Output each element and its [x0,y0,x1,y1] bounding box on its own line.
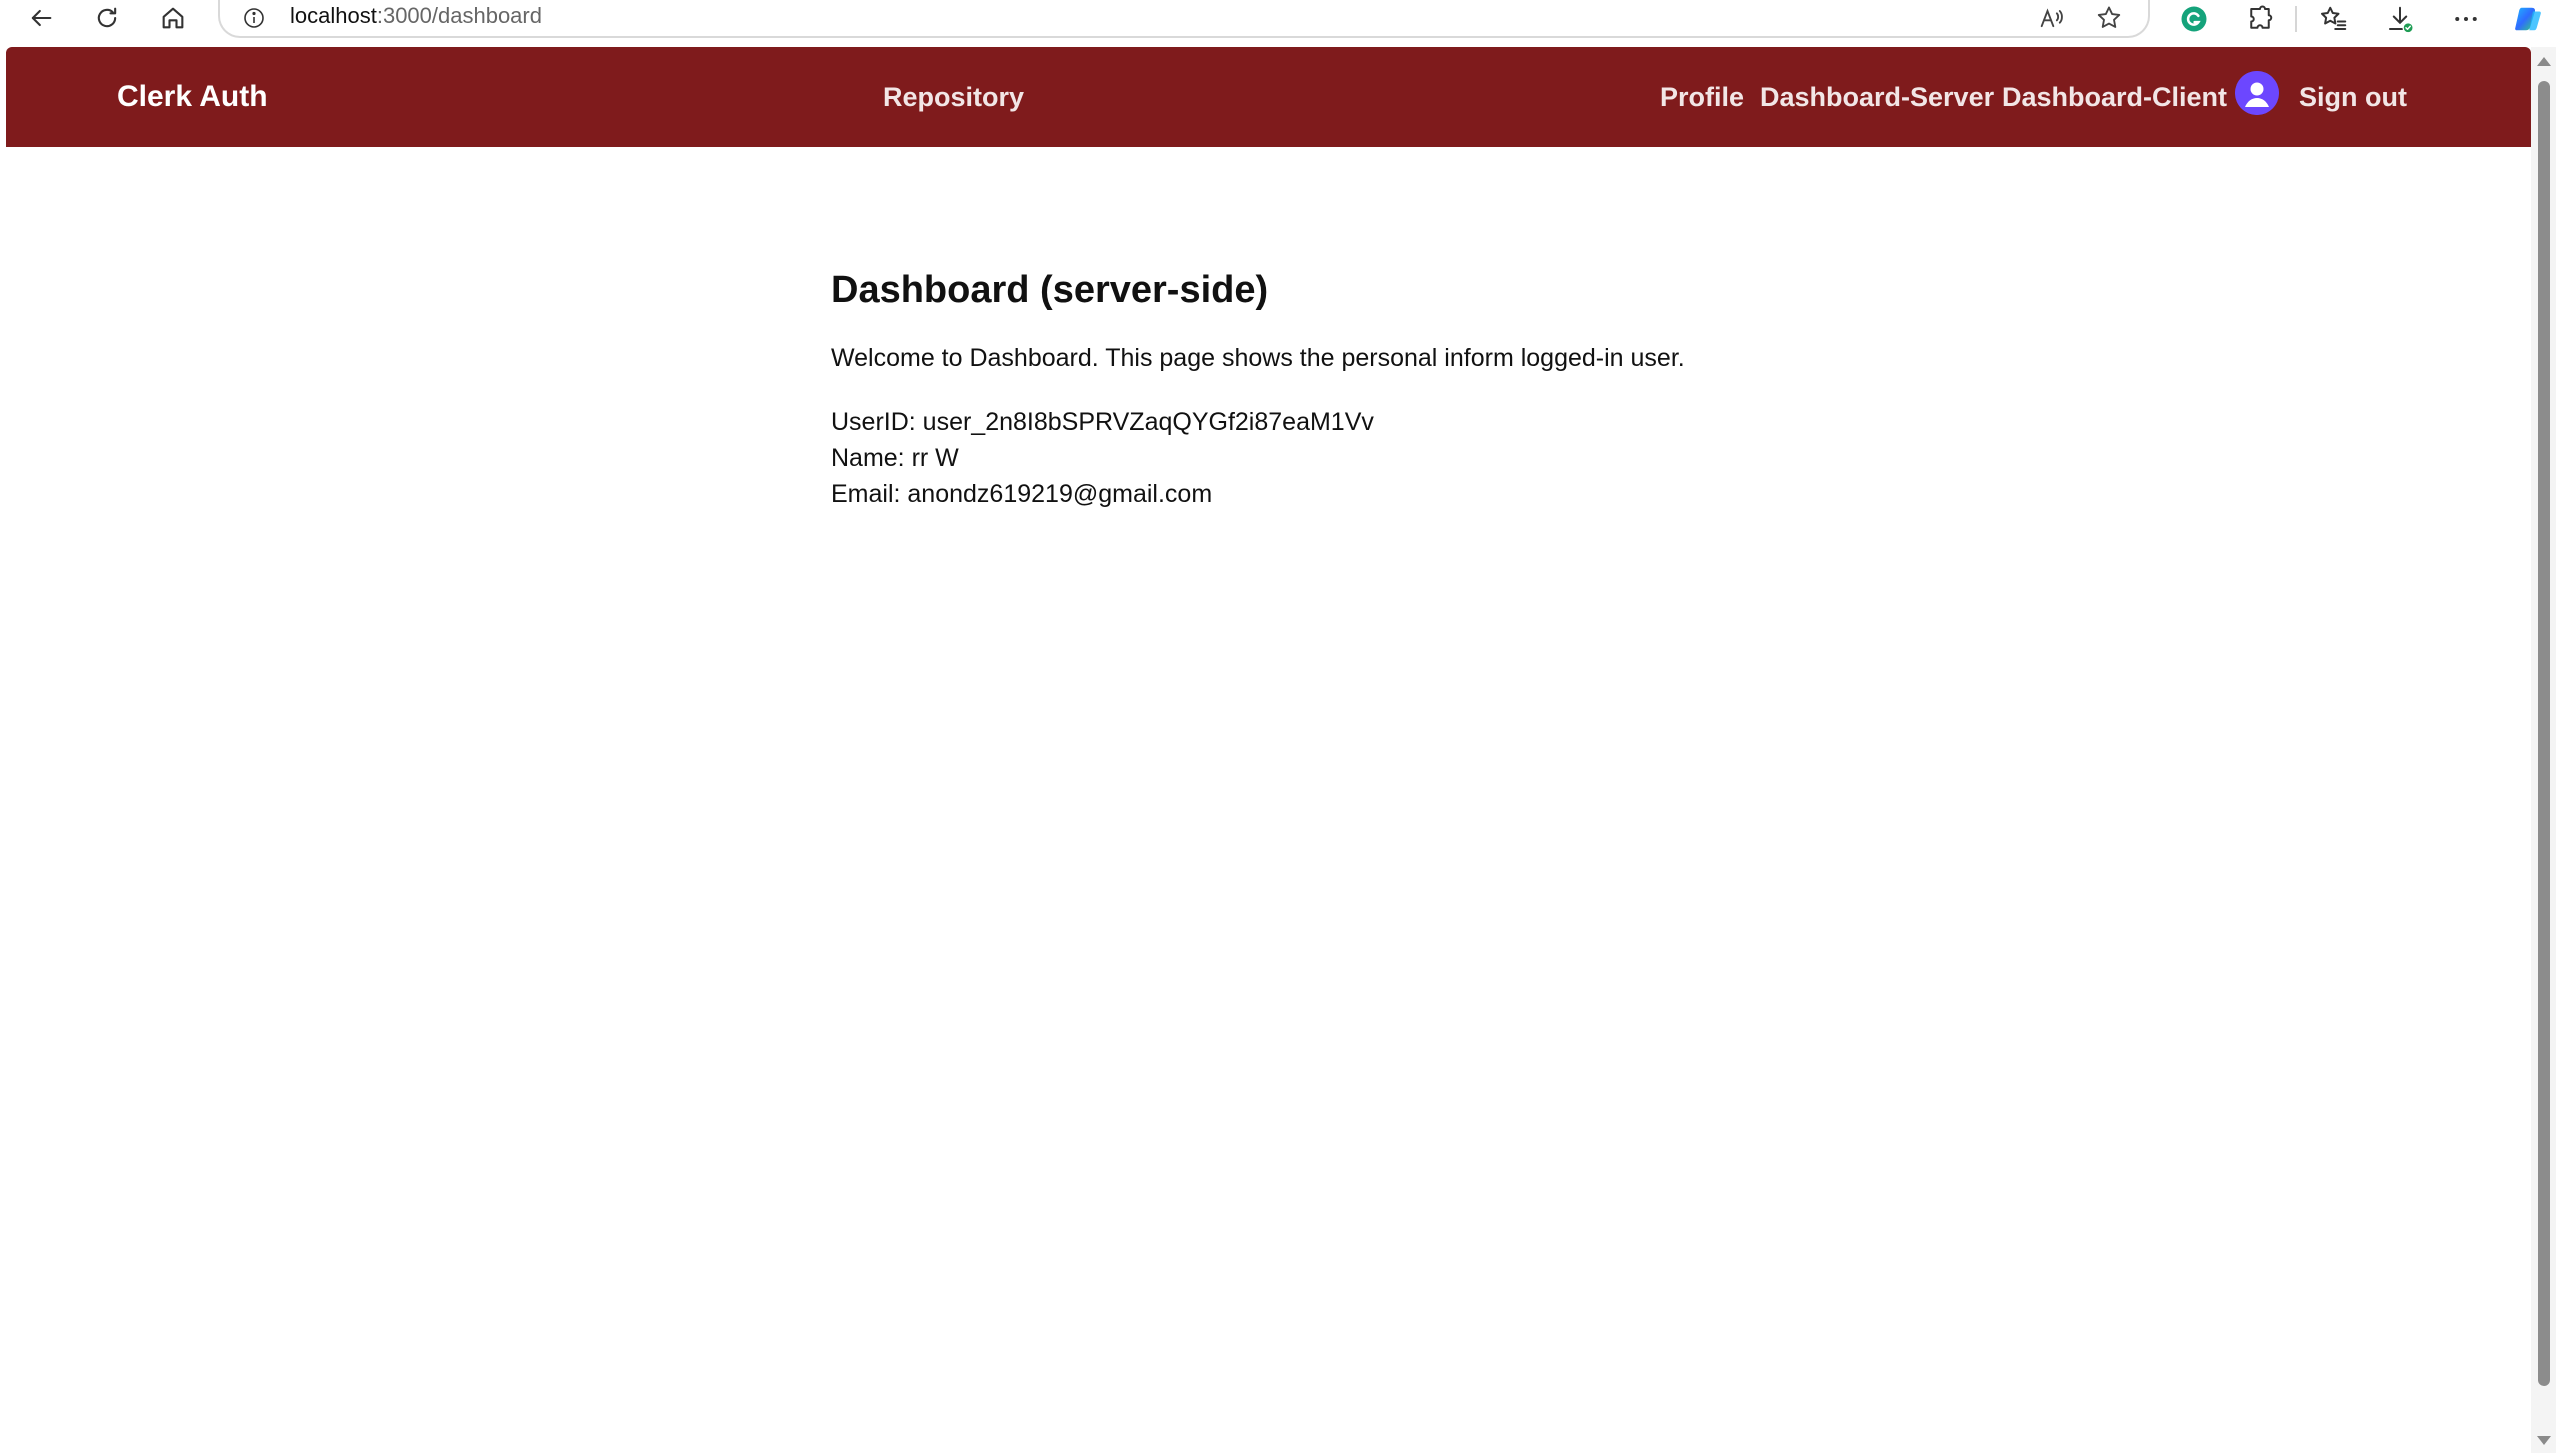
download-icon[interactable] [2380,2,2420,36]
star-icon[interactable] [2094,3,2124,33]
url-host: localhost [290,3,377,28]
brand-link[interactable]: Clerk Auth [117,47,268,147]
address-bar[interactable]: localhost:3000/dashboard [218,0,2150,38]
url-text[interactable]: localhost:3000/dashboard [290,3,542,29]
user-id-text: UserID: user_2n8I8bSPRVZaqQYGf2i87eaM1Vv [831,408,1374,436]
info-icon[interactable] [242,6,266,30]
user-email-text: Email: anondz619219@gmail.com [831,480,1213,508]
scroll-up-icon[interactable] [2537,57,2551,66]
vertical-scrollbar[interactable] [2531,47,2556,1453]
puzzle-icon[interactable] [2240,2,2280,36]
dashboard-client-link[interactable]: Dashboard-Client [2002,47,2227,147]
reload-icon[interactable] [84,0,130,36]
back-arrow-icon[interactable] [18,0,64,36]
toolbar-separator [2295,6,2297,32]
user-name-text: Name: rr W [831,444,959,472]
page-title: Dashboard (server-side) [831,269,1269,311]
more-icon[interactable] [2446,2,2486,36]
site-header: Clerk Auth Repository Profile Dashboard-… [6,47,2531,147]
dashboard-server-link[interactable]: Dashboard-Server [1760,47,1994,147]
welcome-text: Welcome to Dashboard. This page shows th… [831,344,1685,372]
sign-out-button[interactable]: Sign out [2299,47,2407,147]
dashboard-content: Dashboard (server-side) Welcome to Dashb… [831,262,1931,512]
grammarly-icon[interactable] [2174,2,2214,36]
user-avatar-icon[interactable] [2235,71,2279,115]
read-aloud-icon[interactable] [2036,3,2066,33]
scroll-down-icon[interactable] [2537,1436,2551,1445]
favorites-icon[interactable] [2314,2,2354,36]
scrollbar-thumb[interactable] [2538,81,2550,1386]
profile-link[interactable]: Profile [1660,47,1744,147]
copilot-icon[interactable] [2508,2,2548,36]
repository-link[interactable]: Repository [883,47,1024,147]
home-icon[interactable] [150,0,196,36]
url-path: :3000/dashboard [376,3,542,28]
browser-toolbar: localhost:3000/dashboard [0,0,2556,46]
